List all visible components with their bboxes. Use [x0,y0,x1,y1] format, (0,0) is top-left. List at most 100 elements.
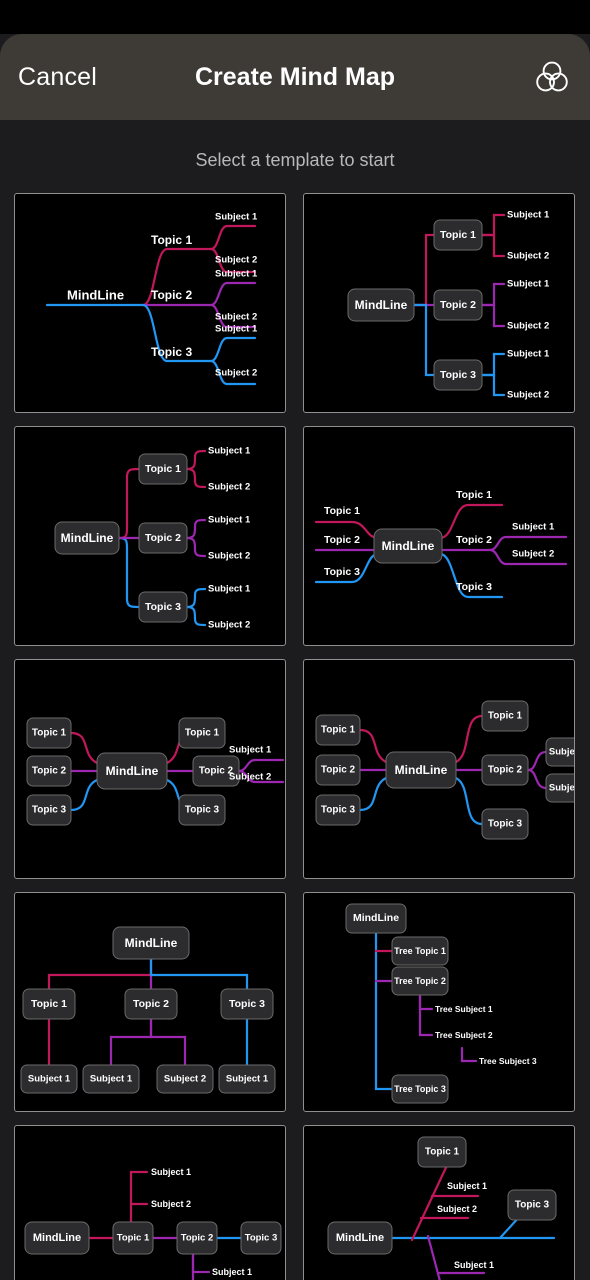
node-subject-1: Subject 1 [212,1267,252,1277]
node-topic-3: Topic 3 [324,566,360,578]
node-topic-3: Topic 3 [245,1233,278,1244]
node-tree-topic-3: Tree Topic 3 [394,1084,446,1094]
template-card-6[interactable]: Topic 1 Topic 2 Topic 3 MindLine Topic 1… [303,659,575,879]
cancel-button[interactable]: Cancel [18,63,97,92]
node-subject-2: Subject 2 [507,321,549,332]
node-subject-1: Subject 1 [215,269,258,280]
node-tree-topic-1: Tree Topic 1 [394,946,446,956]
node-topic-3: Topic 3 [440,369,476,381]
node-subject-2: Subject 2 [208,482,250,493]
node-topic-3: Topic 3 [456,581,492,593]
node-subject-1: Subject 1 [507,210,550,221]
template-card-8[interactable]: MindLine Tree Topic 1 Tree Topic 2 Tree … [303,892,575,1112]
node-subject-1: Subject 1 [549,747,575,758]
node-topic-2: Topic 2 [488,765,523,776]
template-card-9[interactable]: MindLine Topic 1 Topic 2 Topic 3 Subject… [14,1125,286,1280]
node-root: MindLine [395,763,448,777]
subtitle: Select a template to start [195,150,395,170]
node-topic-2: Topic 2 [32,766,67,777]
node-topic-1: Topic 1 [145,463,181,475]
node-topic-3: Topic 3 [515,1200,550,1211]
template-grid: MindLine Topic 1 Topic 2 Topic 3 Subject… [0,193,590,1280]
node-topic-1: Topic 1 [32,728,67,739]
node-subject-2: Subject 2 [512,549,554,560]
node-root: MindLine [355,298,408,312]
node-subject-1: Subject 1 [454,1260,494,1270]
node-subject-1: Subject 1 [512,522,555,533]
node-subject-2: Subject 2 [151,1199,191,1209]
node-topic-1: Topic 1 [31,998,67,1010]
template-card-1[interactable]: MindLine Topic 1 Topic 2 Topic 3 Subject… [14,193,286,413]
node-root: MindLine [125,936,178,950]
node-topic-1: Topic 1 [185,728,220,739]
node-subject-2: Subject 2 [507,251,549,262]
node-topic-3: Topic 3 [151,345,192,359]
node-subject-2: Subject 2 [507,390,549,401]
node-topic-2: Topic 2 [321,765,356,776]
sheet-backdrop [0,0,590,34]
node-subject-1: Subject 1 [28,1074,71,1085]
node-topic-1: Topic 1 [425,1147,460,1158]
node-root: MindLine [61,531,114,545]
node-topic-2: Topic 2 [145,532,181,544]
node-tree-subject-3: Tree Subject 3 [479,1056,537,1066]
template-card-10[interactable]: MindLine Topic 1 Topic 3 Subject 1 Subje… [303,1125,575,1280]
node-subject-2: Subject 2 [229,772,271,783]
node-root: MindLine [67,288,124,303]
template-card-5[interactable]: Topic 1 Topic 2 Topic 3 MindLine Topic 1… [14,659,286,879]
node-subject-1: Subject 1 [215,212,258,223]
node-subject-1: Subject 1 [215,324,258,335]
node-topic-1: Topic 1 [151,233,192,247]
node-subject-1: Subject 1 [226,1074,269,1085]
node-tree-subject-2: Tree Subject 2 [435,1030,493,1040]
node-topic-2: Topic 2 [324,534,360,546]
node-subject-1: Subject 1 [208,584,251,595]
node-topic-3: Topic 3 [229,998,265,1010]
node-subject-1: Subject 1 [507,279,550,290]
node-topic-2: Topic 2 [181,1233,214,1244]
node-subject-1: Subject 1 [208,515,251,526]
node-subject-2: Subject 2 [215,255,257,266]
node-subject-2: Subject 2 [164,1074,206,1085]
node-topic-2: Topic 2 [133,998,169,1010]
node-subject-1: Subject 1 [447,1181,487,1191]
node-topic-3: Topic 3 [185,805,220,816]
node-topic-1: Topic 1 [321,725,356,736]
node-root: MindLine [336,1232,384,1244]
create-mind-map-screen: Cancel Create Mind Map Select a template… [0,0,590,1280]
node-subject-1: Subject 1 [507,349,550,360]
node-root: MindLine [382,539,435,553]
node-subject-2: Subject 2 [215,312,257,323]
node-root: MindLine [33,1232,81,1244]
node-subject-1: Subject 1 [90,1074,133,1085]
node-tree-topic-2: Tree Topic 2 [394,976,446,986]
node-subject-2: Subject 2 [208,551,250,562]
node-subject-2: Subject 2 [549,783,575,794]
node-topic-3: Topic 3 [321,805,356,816]
node-topic-1: Topic 1 [117,1233,150,1244]
node-topic-1: Topic 1 [440,229,476,241]
node-subject-1: Subject 1 [229,745,272,756]
node-subject-2: Subject 2 [437,1204,477,1214]
node-subject-1: Subject 1 [151,1167,191,1177]
template-card-3[interactable]: MindLine Topic 1 Topic 2 Topic 3 Subject… [14,426,286,646]
node-topic-2: Topic 2 [440,299,476,311]
node-topic-3: Topic 3 [32,805,67,816]
template-card-2[interactable]: MindLine Topic 1 Topic 2 Topic 3 Subject… [303,193,575,413]
node-subject-2: Subject 2 [215,368,257,379]
node-topic-2: Topic 2 [456,534,492,546]
navigation-bar: Cancel Create Mind Map [0,34,590,120]
node-root: MindLine [106,764,159,778]
template-card-4[interactable]: MindLine Topic 1 Topic 2 Topic 3 Topic 1… [303,426,575,646]
node-subject-2: Subject 2 [208,620,250,631]
node-topic-2: Topic 2 [151,288,192,302]
create-mind-map-sheet: Cancel Create Mind Map Select a template… [0,34,590,1280]
template-card-7[interactable]: MindLine Topic 1 Topic 2 Topic 3 Subject… [14,892,286,1112]
node-tree-subject-1: Tree Subject 1 [435,1004,493,1014]
node-topic-3: Topic 3 [145,601,181,613]
node-topic-1: Topic 1 [324,505,360,517]
node-topic-3: Topic 3 [488,819,523,830]
three-circles-venn-icon[interactable] [532,57,572,97]
node-topic-1: Topic 1 [456,489,492,501]
node-root: MindLine [353,912,399,924]
